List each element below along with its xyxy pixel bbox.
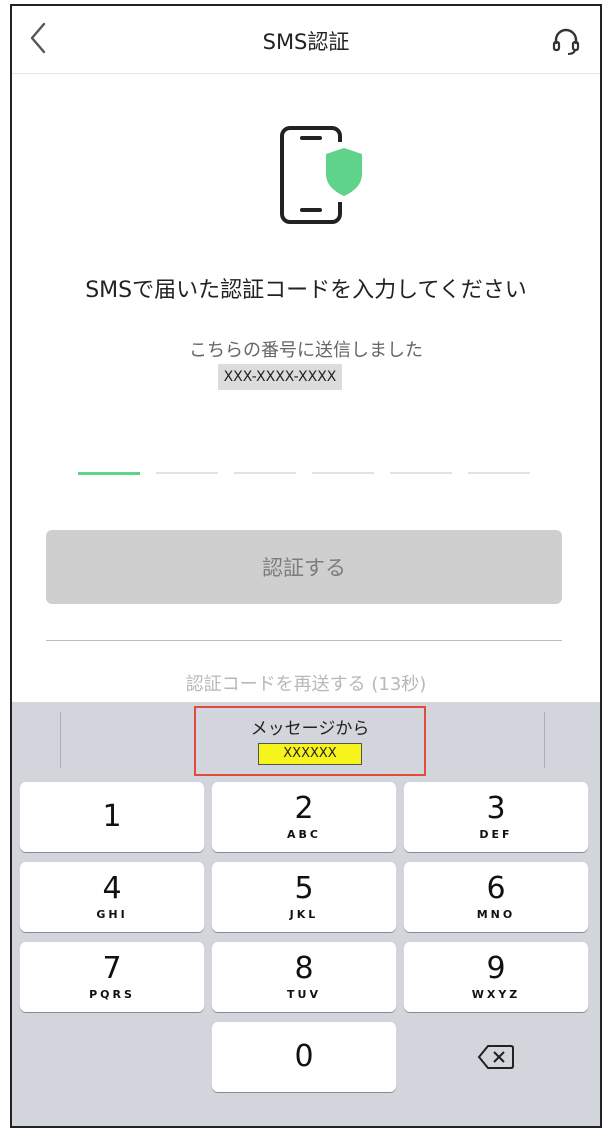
- key-digit: 7: [102, 951, 122, 986]
- code-digit-slot[interactable]: [390, 472, 452, 474]
- backspace-icon: [477, 1045, 514, 1069]
- key-letters: WXYZ: [471, 988, 521, 1001]
- headset-icon: [552, 28, 580, 55]
- code-digit-slot[interactable]: [78, 472, 140, 475]
- key-6[interactable]: 6 MNO: [404, 862, 588, 932]
- suggestion-separator: [544, 712, 545, 768]
- key-4[interactable]: 4 GHI: [20, 862, 204, 932]
- code-digit-slot[interactable]: [312, 472, 374, 474]
- key-letters: DEF: [479, 828, 513, 841]
- key-letters: PQRS: [89, 988, 135, 1001]
- key-letters: TUV: [287, 988, 321, 1001]
- app-screen: SMS認証 SMSで届いた認証コードを入力してください こちらの番号に送信しまし…: [10, 4, 602, 1128]
- key-letters: JKL: [289, 908, 319, 921]
- code-digit-slot[interactable]: [468, 472, 530, 474]
- key-9[interactable]: 9 WXYZ: [404, 942, 588, 1012]
- suggestion-bar: メッセージから XXXXXX: [12, 702, 600, 778]
- page-title: SMS認証: [262, 30, 350, 54]
- resend-code-link[interactable]: 認証コードを再送する (13秒): [12, 670, 600, 696]
- code-digit-slot[interactable]: [156, 472, 218, 474]
- key-2[interactable]: 2 ABC: [212, 782, 396, 852]
- key-digit: 1: [102, 799, 122, 834]
- code-digit-slot[interactable]: [234, 472, 296, 474]
- key-digit: 2: [294, 791, 314, 826]
- instruction-heading: SMSで届いた認証コードを入力してください: [85, 278, 527, 303]
- key-3[interactable]: 3 DEF: [404, 782, 588, 852]
- suggestion-separator: [60, 712, 61, 768]
- header: SMS認証: [12, 6, 600, 74]
- key-digit: 3: [486, 791, 506, 826]
- suggestion-code: XXXXXX: [258, 743, 362, 765]
- key-digit: 4: [102, 871, 122, 906]
- sent-note: こちらの番号に送信しました: [189, 340, 423, 361]
- key-digit: 0: [294, 1039, 314, 1074]
- key-letters: ABC: [287, 828, 321, 841]
- key-1[interactable]: 1: [20, 782, 204, 852]
- support-button[interactable]: [544, 20, 588, 64]
- code-input[interactable]: [78, 472, 538, 482]
- key-7[interactable]: 7 PQRS: [20, 942, 204, 1012]
- divider: [46, 640, 562, 641]
- key-0[interactable]: 0: [212, 1022, 396, 1092]
- key-letters: MNO: [476, 908, 516, 921]
- phone-shield-icon: [262, 122, 372, 232]
- key-digit: 9: [486, 951, 506, 986]
- key-5[interactable]: 5 JKL: [212, 862, 396, 932]
- key-digit: 5: [294, 871, 314, 906]
- key-digit: 8: [294, 951, 314, 986]
- key-digit: 6: [486, 871, 506, 906]
- suggestion-label: メッセージから: [250, 719, 370, 739]
- delete-key[interactable]: [404, 1022, 588, 1092]
- verify-button[interactable]: 認証する: [46, 530, 562, 604]
- phone-number: XXX-XXXX-XXXX: [218, 364, 342, 390]
- sms-code-suggestion[interactable]: メッセージから XXXXXX: [194, 706, 426, 776]
- key-8[interactable]: 8 TUV: [212, 942, 396, 1012]
- key-letters: GHI: [96, 908, 128, 921]
